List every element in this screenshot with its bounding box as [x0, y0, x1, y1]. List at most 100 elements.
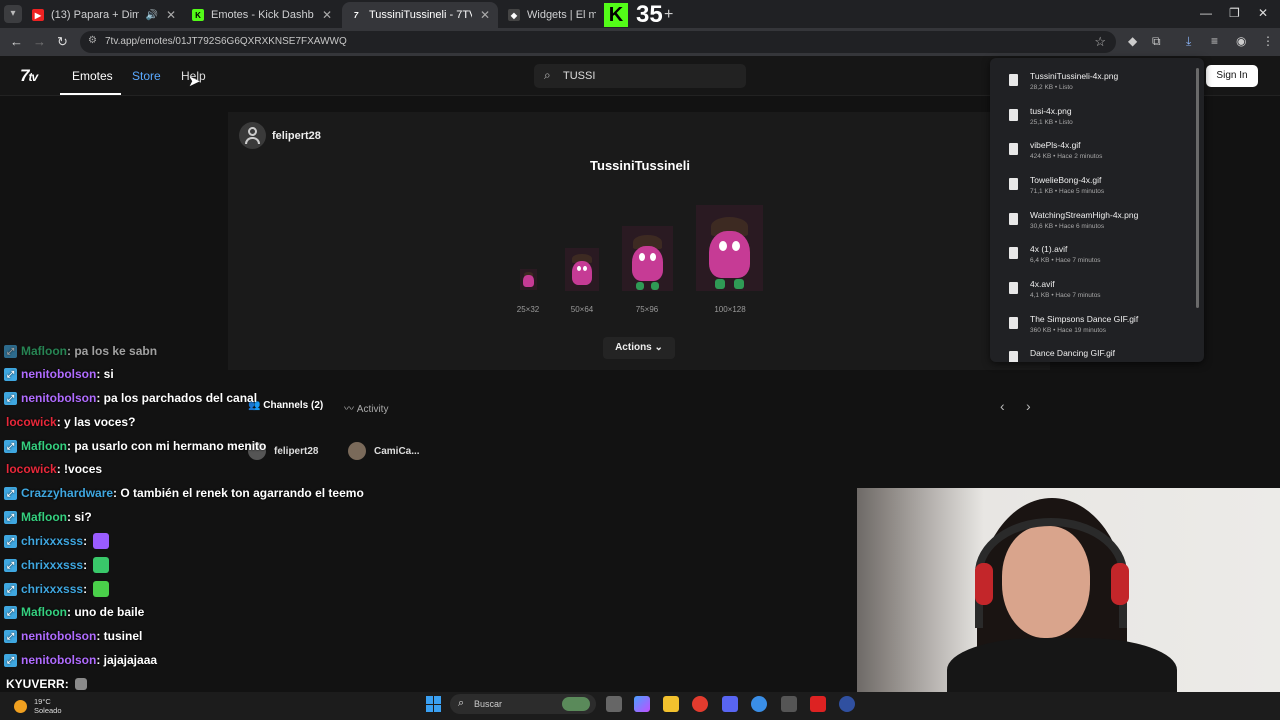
download-item[interactable]: Dance Dancing GIF.gif [990, 343, 1196, 362]
download-item[interactable]: tusi-4x.png 25,1 KB • Listo [990, 101, 1196, 135]
chat-message: ⤢ Mafloon: uno de baile [4, 603, 144, 621]
chat-username: Crazzyhardware [21, 486, 114, 500]
discord-icon[interactable] [722, 696, 738, 712]
chat-username: Mafloon [21, 605, 67, 619]
user-avatar-icon[interactable] [239, 122, 266, 149]
close-window-icon[interactable]: ✕ [1258, 6, 1268, 20]
next-page-icon[interactable]: › [1026, 398, 1031, 414]
extensions-puzzle-icon[interactable]: ⧉ [1152, 34, 1161, 49]
download-item[interactable]: 4x (1).avif 6,4 KB • Hace 7 minutos [990, 239, 1196, 273]
tab-7tv-emote[interactable]: 7 TussiniTussineli - 7TV ✕ [342, 2, 498, 28]
copilot-icon[interactable] [634, 696, 650, 712]
speaker-icon[interactable]: 🔊 [145, 10, 157, 21]
chat-username: Mafloon [21, 510, 67, 524]
obs-icon[interactable] [839, 696, 855, 712]
new-tab-button[interactable]: + [664, 6, 673, 24]
nav-store[interactable]: Store [132, 69, 161, 83]
chat-username: nenitobolson [21, 629, 97, 643]
forward-icon[interactable]: → [33, 34, 46, 49]
emote-preview-3x[interactable] [622, 226, 673, 291]
windows-start-icon[interactable] [426, 696, 442, 712]
media-controls-icon[interactable]: ≡ [1211, 34, 1218, 48]
bookmark-star-icon[interactable]: ☆ [1094, 34, 1106, 50]
download-item[interactable]: vibePls-4x.gif 424 KB • Hace 2 minutos [990, 135, 1196, 169]
chat-username: nenitobolson [21, 391, 97, 405]
download-meta: 28,2 KB • Listo [1030, 84, 1073, 91]
settings-icon[interactable] [781, 696, 797, 712]
recording-app-icon[interactable] [810, 696, 826, 712]
chat-text: : pa los parchados del canal [96, 391, 258, 405]
minimize-icon[interactable]: — [1200, 6, 1212, 20]
chat-text: : uno de baile [67, 605, 145, 619]
emote-search-box[interactable]: ⌕ [534, 64, 746, 88]
tab-youtube[interactable]: ▶ (13) Papara + Dime que lo 🔊 ✕ [24, 2, 184, 28]
close-tab-icon[interactable]: ✕ [322, 8, 332, 22]
weather-widget[interactable]: 19°C Soleado [14, 697, 62, 715]
download-filename: vibePls-4x.gif [1030, 140, 1081, 150]
download-item[interactable]: The Simpsons Dance GIF.gif 360 KB • Hace… [990, 309, 1196, 343]
chat-message: ⤢ chrixxxsss: [4, 556, 110, 574]
chat-badge-icon: ⤢ [4, 558, 17, 572]
actions-button[interactable]: Actions ⌄ [603, 337, 675, 359]
file-explorer-icon[interactable] [663, 696, 679, 712]
chat-username: Mafloon [21, 439, 67, 453]
reload-icon[interactable]: ↻ [57, 34, 68, 50]
emote-preview-4x[interactable] [696, 205, 763, 291]
more-menu-icon[interactable]: ⋮ [1262, 34, 1274, 48]
chat-message: ⤢ Mafloon: pa usarlo con mi hermano meni… [4, 437, 266, 455]
chat-overlay: ⤢ Mafloon: pa los ke sabn ⤢ nenitobolson… [0, 344, 520, 692]
back-icon[interactable]: ← [10, 34, 23, 49]
emote-preview-1x[interactable] [520, 269, 537, 290]
close-tab-icon[interactable]: ✕ [166, 8, 176, 22]
nav-emotes[interactable]: Emotes [72, 69, 113, 83]
prev-page-icon[interactable]: ‹ [1000, 398, 1005, 414]
chat-emote-icon [93, 581, 110, 597]
kick-logo-icon: K [604, 3, 628, 27]
tab-widgets[interactable]: ◆ Widgets | El mejor softw [500, 2, 604, 28]
address-bar[interactable]: ⚙ 7tv.app/emotes/01JT792S6G6QXRXKNSE7FXA… [80, 31, 1116, 53]
chat-message: ⤢ chrixxxsss: [4, 580, 110, 598]
chat-username: nenitobolson [21, 367, 97, 381]
browser-tab-strip: ▾ ▶ (13) Papara + Dime que lo 🔊 ✕ K Emot… [0, 0, 1280, 28]
chrome-active-icon[interactable] [751, 696, 767, 712]
7tv-logo[interactable]: 7tv [20, 66, 38, 86]
chat-badge-icon: ⤢ [4, 486, 17, 500]
emote-owner[interactable]: felipert28 [272, 130, 321, 142]
actions-label: Actions [615, 342, 652, 353]
restore-icon[interactable]: ❐ [1229, 6, 1240, 20]
tab-search-button[interactable]: ▾ [4, 5, 22, 23]
download-item[interactable]: TussiniTussineli-4x.png 28,2 KB • Listo [990, 66, 1196, 100]
emote-preview-2x[interactable] [565, 248, 599, 291]
download-meta: 424 KB • Hace 2 minutos [1030, 153, 1103, 160]
profile-icon[interactable]: ◉ [1236, 34, 1246, 48]
tab-kick-dashboard[interactable]: K Emotes - Kick Dashboard ✕ [184, 2, 340, 28]
close-tab-icon[interactable]: ✕ [480, 8, 490, 22]
tab-title: TussiniTussineli - 7TV [369, 9, 472, 21]
taskbar-search[interactable]: ⌕ Buscar [450, 694, 596, 714]
chat-message: ⤢ Mafloon: si? [4, 508, 92, 526]
sign-in-button[interactable]: Sign In [1206, 65, 1258, 87]
download-item[interactable]: TowelieBong-4x.gif 71,1 KB • Hace 5 minu… [990, 170, 1196, 204]
download-item[interactable]: 4x.avif 4,1 KB • Hace 7 minutos [990, 274, 1196, 308]
chat-text: : O también el renek ton agarrando el te… [113, 486, 364, 500]
sun-icon [14, 699, 27, 713]
chat-username: chrixxxsss [21, 534, 84, 548]
task-view-icon[interactable] [606, 696, 622, 712]
download-filename: tusi-4x.png [1030, 106, 1072, 116]
chat-username: KYUVERR [6, 677, 65, 691]
downloads-scrollbar[interactable] [1196, 68, 1199, 308]
emote-title: TussiniTussineli [590, 158, 690, 173]
download-item[interactable]: WatchingStreamHigh-4x.png 30,6 KB • Hace… [990, 205, 1196, 239]
chat-badge-icon: ⤢ [4, 534, 17, 548]
file-icon [1009, 143, 1018, 155]
site-info-icon[interactable]: ⚙ [88, 35, 97, 46]
chat-message: ⤢ nenitobolson: tusinel [4, 627, 142, 645]
chat-message: ⤢ nenitobolson: pa los parchados del can… [4, 389, 257, 407]
search-input[interactable] [563, 70, 713, 82]
size-label: 50×64 [570, 305, 594, 314]
chrome-icon[interactable] [692, 696, 708, 712]
download-icon[interactable]: ⤓ [1186, 34, 1191, 49]
weather-condition: Soleado [34, 706, 62, 715]
chat-message: ⤢ Crazzyhardware: O también el renek ton… [4, 484, 364, 502]
extension-diamond-icon[interactable]: ◆ [1128, 34, 1137, 48]
